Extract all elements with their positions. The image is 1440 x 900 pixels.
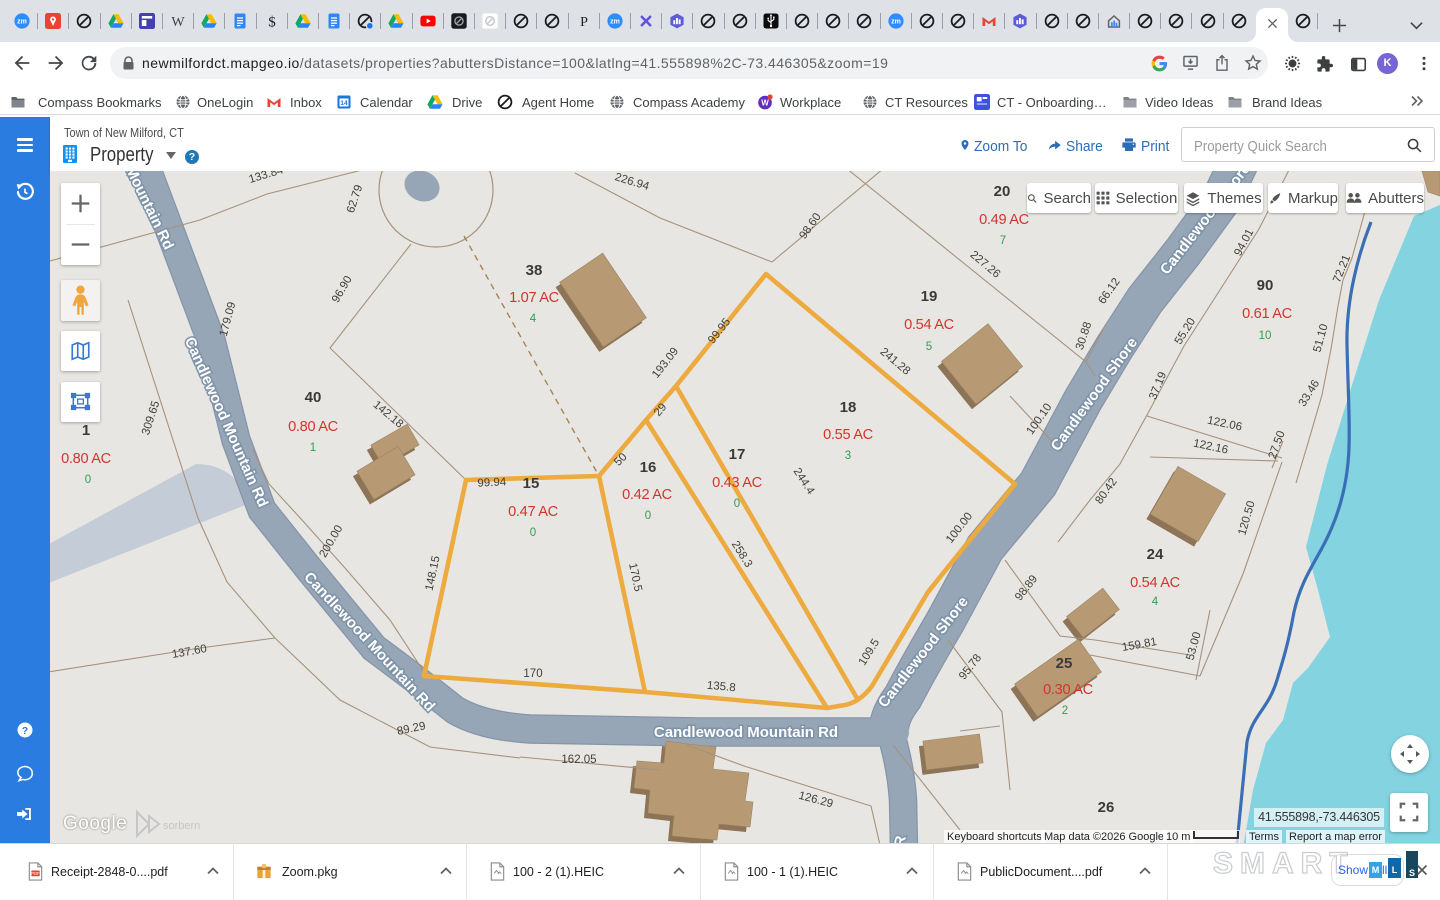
svg-text:20: 20 bbox=[994, 183, 1011, 200]
svg-text:18: 18 bbox=[840, 399, 857, 416]
svg-text:0.61 AC: 0.61 AC bbox=[1242, 306, 1292, 322]
svg-text:90: 90 bbox=[1257, 277, 1274, 294]
svg-text:0.54 AC: 0.54 AC bbox=[1130, 575, 1180, 591]
svg-text:PDF: PDF bbox=[31, 871, 40, 876]
svg-text:Candlewood Mountain Rd: Candlewood Mountain Rd bbox=[654, 724, 838, 741]
svg-text:1: 1 bbox=[310, 442, 316, 454]
svg-text:0: 0 bbox=[734, 498, 740, 510]
svg-text:15: 15 bbox=[523, 475, 540, 492]
svg-text:1: 1 bbox=[82, 422, 90, 439]
svg-text:3: 3 bbox=[845, 450, 851, 462]
svg-text:19: 19 bbox=[921, 288, 938, 305]
svg-text:0.49 AC: 0.49 AC bbox=[979, 212, 1029, 228]
svg-text:0.80 AC: 0.80 AC bbox=[288, 419, 338, 435]
svg-text:10: 10 bbox=[1259, 330, 1272, 342]
svg-text:0.30 AC: 0.30 AC bbox=[1043, 682, 1093, 698]
svg-text:0.43 AC: 0.43 AC bbox=[712, 475, 762, 491]
svg-text:0: 0 bbox=[530, 527, 536, 539]
svg-text:0.54 AC: 0.54 AC bbox=[904, 317, 954, 333]
svg-text:0.42 AC: 0.42 AC bbox=[622, 487, 672, 503]
svg-text:0.55 AC: 0.55 AC bbox=[823, 427, 873, 443]
svg-text:162.05: 162.05 bbox=[561, 754, 596, 766]
svg-text:0.47 AC: 0.47 AC bbox=[508, 504, 558, 520]
svg-text:99.94: 99.94 bbox=[477, 476, 507, 490]
svg-text:17: 17 bbox=[729, 446, 746, 463]
svg-text:26: 26 bbox=[1098, 799, 1115, 816]
svg-text:40: 40 bbox=[305, 389, 322, 406]
svg-text:4: 4 bbox=[530, 313, 537, 325]
svg-text:135.8: 135.8 bbox=[706, 680, 736, 694]
svg-text:170: 170 bbox=[523, 668, 542, 680]
svg-text:0: 0 bbox=[645, 510, 651, 522]
svg-text:0.80 AC: 0.80 AC bbox=[61, 451, 111, 467]
svg-text:38: 38 bbox=[526, 262, 543, 279]
svg-text:25: 25 bbox=[1056, 655, 1073, 672]
svg-text:2: 2 bbox=[1062, 705, 1068, 717]
svg-text:24: 24 bbox=[1147, 546, 1164, 563]
svg-text:7: 7 bbox=[1000, 235, 1006, 247]
svg-text:1.07 AC: 1.07 AC bbox=[509, 290, 559, 306]
svg-text:4: 4 bbox=[1152, 596, 1159, 608]
svg-text:0: 0 bbox=[85, 474, 91, 486]
svg-text:16: 16 bbox=[640, 459, 657, 476]
svg-text:5: 5 bbox=[926, 341, 932, 353]
svg-text:sorbern: sorbern bbox=[163, 820, 200, 832]
svg-text:?: ? bbox=[22, 725, 28, 737]
